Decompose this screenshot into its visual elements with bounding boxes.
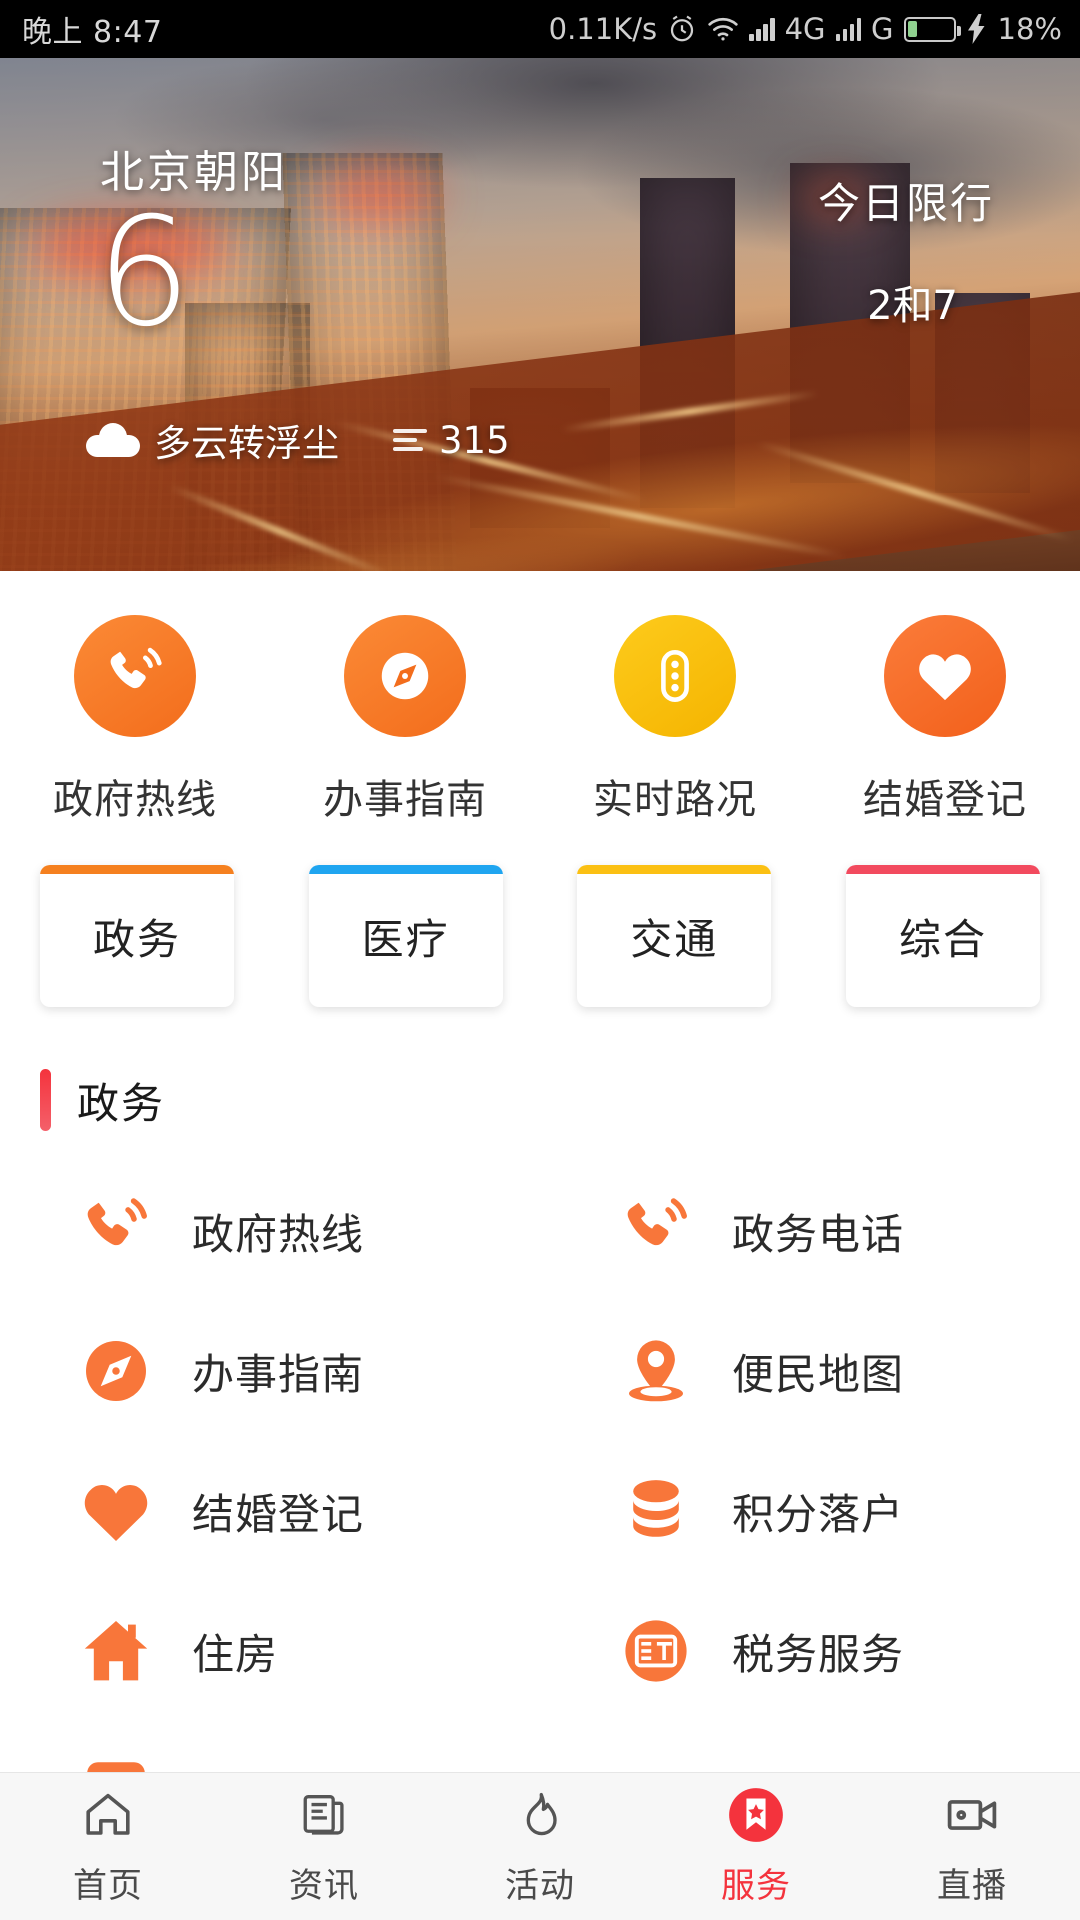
network-speed-text: 0.11K/s [549, 12, 657, 46]
category-tab-comprehensive[interactable]: 综合 [846, 865, 1040, 1007]
heart-icon [914, 648, 976, 704]
alarm-clock-icon [667, 14, 697, 44]
quick-action-label: 实时路况 [593, 767, 757, 825]
quick-action-service-guide[interactable]: 办事指南 [270, 615, 540, 825]
service-item-service-guide[interactable]: 办事指南 [0, 1301, 540, 1441]
tab-home[interactable]: 首页 [0, 1786, 216, 1907]
tab-label: 直播 [937, 1858, 1007, 1907]
quick-action-label: 政府热线 [53, 767, 217, 825]
heart-icon [78, 1473, 154, 1549]
air-quality-group: 315 [393, 419, 510, 462]
tab-label: 资讯 [289, 1858, 359, 1907]
service-item-label: 办事指南 [192, 1341, 364, 1402]
category-accent-bar [309, 865, 503, 874]
haze-icon [393, 425, 427, 455]
service-item-label: 税务服务 [732, 1621, 904, 1682]
category-tab-label: 综合 [899, 906, 987, 967]
service-item-government-phone[interactable]: 政务电话 [540, 1161, 1080, 1301]
category-accent-bar [577, 865, 771, 874]
status-bar-clock: 晚上 8:47 [22, 7, 162, 51]
quick-action-label: 结婚登记 [863, 767, 1027, 825]
status-bar: 晚上 8:47 0.11K/s 4G G 18% [0, 0, 1080, 58]
service-item-marriage-registration[interactable]: 结婚登记 [0, 1441, 540, 1581]
service-item-label: 便民地图 [732, 1341, 904, 1402]
battery-icon [904, 17, 956, 42]
phone-call-icon [618, 1193, 694, 1269]
tab-label: 首页 [73, 1858, 143, 1907]
air-quality-index: 315 [439, 419, 510, 462]
bookmark-star-icon [725, 1786, 787, 1844]
quick-action-marriage-registration[interactable]: 结婚登记 [810, 615, 1080, 825]
category-tabs-row: 政务 医疗 交通 综合 [0, 835, 1080, 1007]
quick-action-icon-bg [344, 615, 466, 737]
weather-hero-banner[interactable]: 北京朝阳 6 多云转浮尘 315 今日限行 2和7 [0, 58, 1080, 571]
quick-action-label: 办事指南 [323, 767, 487, 825]
service-item-tax-service[interactable]: 税务服务 [540, 1581, 1080, 1721]
weather-condition-text: 多云转浮尘 [154, 413, 339, 467]
service-item-government-hotline[interactable]: 政府热线 [0, 1161, 540, 1301]
house-icon [78, 1613, 154, 1689]
service-item-convenience-map[interactable]: 便民地图 [540, 1301, 1080, 1441]
service-item-housing[interactable]: 住房 [0, 1581, 540, 1721]
news-document-icon [299, 1786, 349, 1844]
category-tab-government[interactable]: 政务 [40, 865, 234, 1007]
video-camera-icon [944, 1786, 1000, 1844]
cloud-icon [86, 423, 140, 457]
charging-bolt-icon [966, 14, 988, 44]
signal-bars-sim2-icon [836, 17, 862, 41]
quick-actions-row: 政府热线 办事指南 实时路况 结婚登记 [0, 571, 1080, 835]
coins-stack-icon [618, 1473, 694, 1549]
category-tab-transport[interactable]: 交通 [577, 865, 771, 1007]
service-item-label: 住房 [192, 1621, 278, 1682]
service-item-points-settlement[interactable]: 积分落户 [540, 1441, 1080, 1581]
traffic-restriction-title: 今日限行 [818, 170, 994, 231]
phone-call-icon [78, 1193, 154, 1269]
status-bar-indicators: 0.11K/s 4G G 18% [549, 12, 1062, 46]
phone-call-icon [104, 645, 166, 707]
compass-icon [374, 645, 436, 707]
tab-activities[interactable]: 活动 [432, 1786, 648, 1907]
service-grid: 政府热线 政务电话 办事指南 [0, 1131, 1080, 1861]
traffic-light-icon [646, 647, 704, 705]
service-item-label: 政务电话 [732, 1201, 904, 1262]
compass-icon [78, 1333, 154, 1409]
weather-condition-group: 多云转浮尘 315 [86, 413, 510, 467]
flame-icon [515, 1786, 565, 1844]
map-pin-icon [618, 1333, 694, 1409]
tab-services[interactable]: 服务 [648, 1786, 864, 1907]
home-icon [81, 1786, 135, 1844]
tab-label: 活动 [505, 1858, 575, 1907]
sim1-network-type: 4G [785, 12, 826, 46]
section-header: 政务 [0, 1007, 1080, 1131]
service-item-label: 积分落户 [732, 1481, 904, 1542]
status-bar-time-group: 晚上 8:47 [22, 7, 162, 51]
category-accent-bar [846, 865, 1040, 874]
sim2-network-type: G [871, 12, 893, 46]
bottom-tab-bar: 首页 资讯 活动 服务 [0, 1772, 1080, 1920]
signal-bars-sim1-icon [749, 17, 775, 41]
quick-action-icon-bg [614, 615, 736, 737]
wifi-icon [707, 16, 739, 42]
tax-document-icon [618, 1613, 694, 1689]
service-item-label: 结婚登记 [192, 1481, 364, 1542]
quick-action-government-hotline[interactable]: 政府热线 [0, 615, 270, 825]
quick-action-icon-bg [74, 615, 196, 737]
section-title: 政务 [77, 1070, 165, 1131]
category-tab-label: 医疗 [362, 906, 450, 967]
category-accent-bar [40, 865, 234, 874]
weather-temperature: 6 [96, 198, 191, 348]
service-item-label: 政府热线 [192, 1201, 364, 1262]
tab-live[interactable]: 直播 [864, 1786, 1080, 1907]
category-tab-label: 政务 [93, 906, 181, 967]
tab-news[interactable]: 资讯 [216, 1786, 432, 1907]
section-accent-bar [40, 1069, 51, 1131]
quick-action-live-traffic[interactable]: 实时路况 [540, 615, 810, 825]
traffic-restriction-value: 2和7 [867, 273, 958, 331]
quick-action-icon-bg [884, 615, 1006, 737]
category-tab-label: 交通 [630, 906, 718, 967]
category-tab-medical[interactable]: 医疗 [309, 865, 503, 1007]
battery-percent-text: 18% [998, 12, 1062, 46]
tab-label: 服务 [721, 1858, 791, 1907]
